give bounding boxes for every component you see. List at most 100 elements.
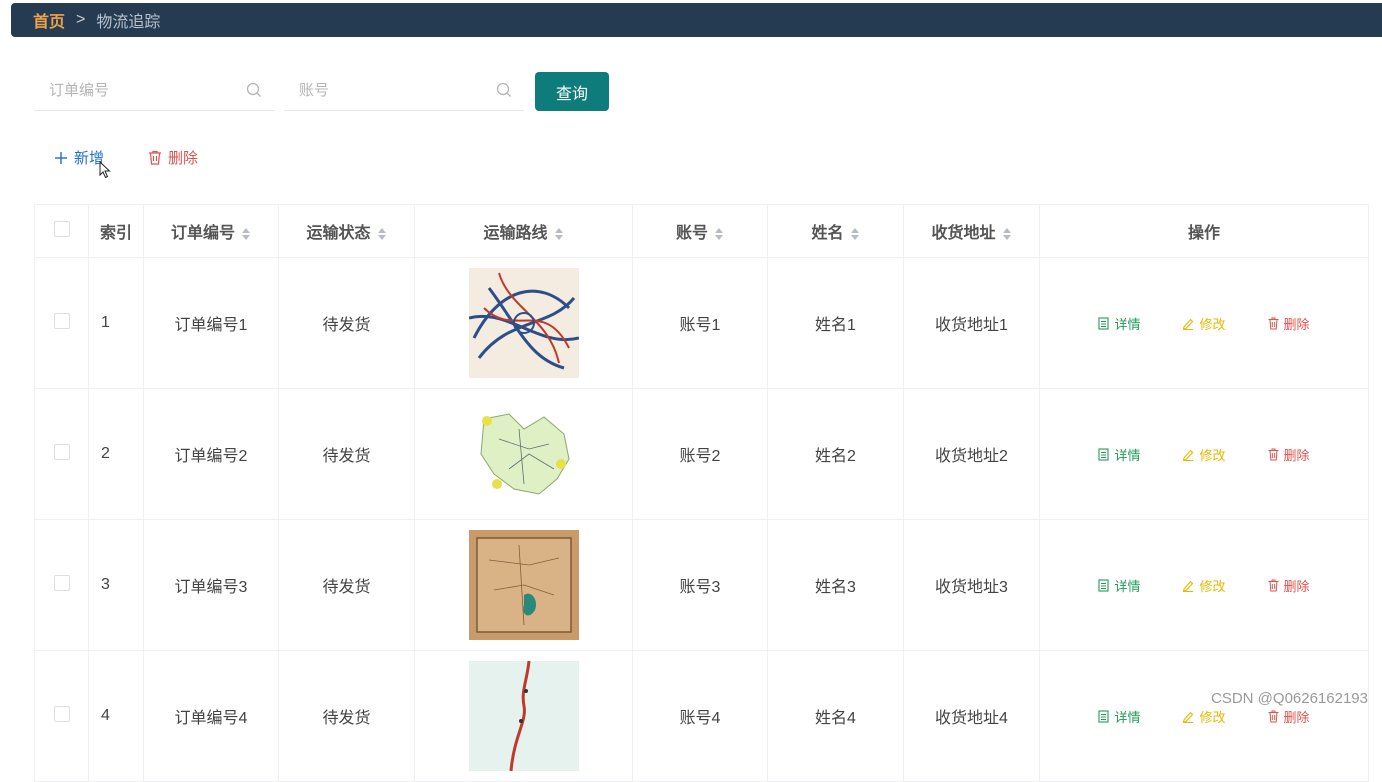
document-icon (1098, 709, 1110, 723)
sort-icon[interactable] (714, 227, 724, 241)
breadcrumb: 首页 > 物流追踪 (11, 3, 1382, 37)
header-address[interactable]: 收货地址 (903, 204, 1040, 258)
detail-button[interactable]: 详情 (1098, 707, 1140, 726)
search-icon (246, 82, 261, 97)
row-select-cell (34, 257, 89, 389)
edit-button[interactable]: 修改 (1182, 576, 1226, 595)
header-route[interactable]: 运输路线 (414, 204, 633, 258)
row-order-no: 订单编号2 (143, 388, 279, 520)
table-row: 1 订单编号1 待发货 账号1 姓名1 收货地址1 详情 修改 删除 (34, 257, 1369, 389)
detail-button[interactable]: 详情 (1098, 576, 1140, 595)
row-order-no: 订单编号4 (143, 650, 279, 782)
row-account: 账号1 (632, 257, 768, 389)
header-order-no[interactable]: 订单编号 (143, 204, 279, 258)
delete-button[interactable]: 删除 (1268, 576, 1310, 595)
header-account[interactable]: 账号 (632, 204, 768, 258)
pencil-icon (1183, 711, 1194, 723)
trash-icon (1268, 579, 1278, 591)
detail-label: 详情 (1114, 709, 1141, 725)
row-ops: 详情 修改 删除 (1039, 388, 1369, 520)
edit-button[interactable]: 修改 (1182, 707, 1226, 726)
row-checkbox[interactable] (53, 705, 70, 722)
breadcrumb-home[interactable]: 首页 (33, 8, 65, 32)
sort-icon[interactable] (554, 227, 564, 241)
table-row: 4 订单编号4 待发货 账号4 姓名4 收货地址4 详情 修改 删除 (34, 650, 1369, 782)
breadcrumb-current: 物流追踪 (96, 14, 161, 31)
row-account: 账号2 (632, 388, 768, 520)
detail-button[interactable]: 详情 (1098, 445, 1140, 464)
sort-icon[interactable] (241, 227, 251, 241)
row-name: 姓名4 (767, 650, 904, 782)
row-order-no: 订单编号1 (143, 257, 279, 389)
delete-button[interactable]: 删除 (1268, 314, 1310, 333)
header-index: 索引 (88, 204, 144, 258)
header-name-label: 姓名 (811, 225, 844, 242)
edit-label: 修改 (1199, 578, 1226, 594)
row-name: 姓名3 (767, 519, 904, 651)
sort-icon[interactable] (850, 227, 860, 241)
detail-button[interactable]: 详情 (1098, 314, 1140, 333)
trash-icon (1268, 710, 1278, 722)
row-address: 收货地址4 (903, 650, 1040, 782)
search-icon (496, 82, 511, 97)
plus-icon (55, 151, 67, 164)
row-ops: 详情 修改 删除 (1039, 519, 1369, 651)
add-button[interactable]: 新增 (54, 147, 104, 168)
route-map-image[interactable] (468, 399, 579, 509)
order-no-search (34, 72, 274, 111)
trash-icon (149, 150, 162, 165)
table-row: 2 订单编号2 待发货 账号2 姓名2 收货地址2 详情 修改 删除 (34, 388, 1369, 520)
header-status[interactable]: 运输状态 (278, 204, 415, 258)
document-icon (1098, 578, 1110, 592)
header-account-label: 账号 (675, 225, 708, 242)
row-checkbox[interactable] (53, 312, 70, 329)
batch-delete-button[interactable]: 删除 (148, 147, 198, 168)
order-no-input[interactable] (34, 72, 274, 108)
row-status: 待发货 (278, 388, 415, 520)
tracking-table: 索引 订单编号 运输状态 运输路线 账号 姓名 收货地址 操作 1 订单编号1 待发… (34, 204, 1369, 782)
row-select-cell (34, 519, 89, 651)
trash-icon (1268, 317, 1278, 329)
query-button[interactable]: 查询 (535, 72, 609, 111)
account-search (284, 72, 524, 111)
route-map-image[interactable] (468, 268, 579, 378)
row-route (414, 257, 633, 389)
document-icon (1098, 316, 1110, 330)
delete-label: 删除 (1283, 578, 1310, 594)
edit-label: 修改 (1199, 447, 1226, 463)
detail-label: 详情 (1114, 316, 1141, 332)
row-route (414, 388, 633, 520)
row-route (414, 519, 633, 651)
account-input[interactable] (284, 72, 524, 108)
header-status-label: 运输状态 (306, 225, 371, 242)
delete-button[interactable]: 删除 (1268, 707, 1310, 726)
row-index: 1 (88, 257, 144, 389)
search-bar: 查询 (34, 72, 609, 112)
pencil-icon (1183, 449, 1194, 461)
edit-button[interactable]: 修改 (1182, 445, 1226, 464)
row-index: 3 (88, 519, 144, 651)
row-address: 收货地址3 (903, 519, 1040, 651)
edit-label: 修改 (1199, 709, 1226, 725)
row-checkbox[interactable] (53, 574, 70, 591)
row-ops: 详情 修改 删除 (1039, 650, 1369, 782)
document-icon (1098, 447, 1110, 461)
sort-icon[interactable] (1002, 227, 1012, 241)
row-status: 待发货 (278, 257, 415, 389)
select-all-checkbox[interactable] (53, 220, 70, 237)
edit-button[interactable]: 修改 (1182, 314, 1226, 333)
row-index: 4 (88, 650, 144, 782)
row-select-cell (34, 650, 89, 782)
row-route (414, 650, 633, 782)
delete-label: 删除 (1283, 709, 1310, 725)
row-address: 收货地址1 (903, 257, 1040, 389)
row-checkbox[interactable] (53, 443, 70, 460)
header-name[interactable]: 姓名 (767, 204, 904, 258)
delete-label: 删除 (1283, 447, 1310, 463)
route-map-image[interactable] (468, 530, 579, 640)
header-address-label: 收货地址 (931, 225, 996, 242)
sort-icon[interactable] (377, 227, 387, 241)
pencil-icon (1183, 318, 1194, 330)
trash-icon (1268, 448, 1278, 460)
delete-button[interactable]: 删除 (1268, 445, 1310, 464)
